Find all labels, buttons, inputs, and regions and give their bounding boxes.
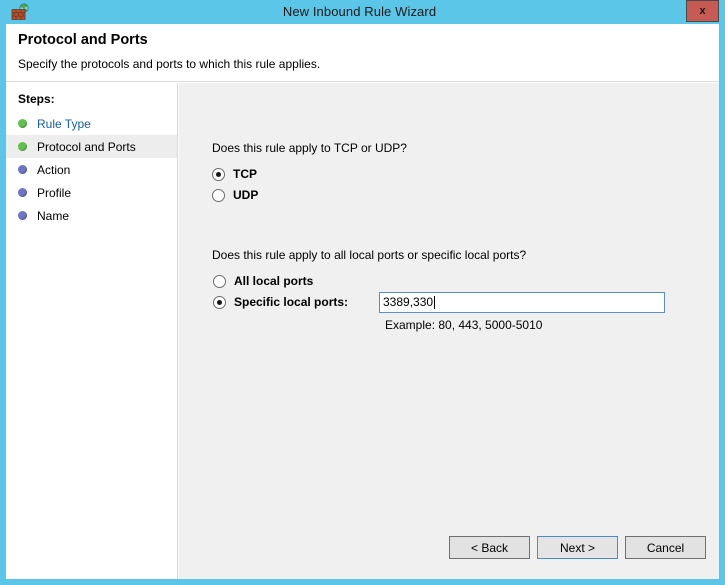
- step-bullet-icon: [18, 211, 27, 220]
- sidebar-item-action[interactable]: Action: [6, 158, 177, 181]
- radio-label: All local ports: [234, 274, 314, 288]
- sidebar-item-name[interactable]: Name: [6, 204, 177, 227]
- radio-protocol-tcp[interactable]: TCP: [212, 167, 257, 181]
- title-bar: New Inbound Rule Wizard x: [6, 0, 719, 24]
- radio-specific-local-ports[interactable]: Specific local ports:: [213, 295, 348, 309]
- sidebar-item-label: Action: [37, 162, 71, 177]
- protocol-question: Does this rule apply to TCP or UDP?: [212, 141, 407, 155]
- sidebar-item-label: Name: [37, 208, 70, 223]
- steps-sidebar: Steps: Rule Type Protocol and Ports Acti…: [6, 83, 178, 579]
- text-caret: [434, 296, 436, 309]
- button-bar: < Back Next > Cancel: [179, 519, 719, 579]
- step-bullet-icon: [18, 165, 27, 174]
- step-bullet-icon: [18, 188, 27, 197]
- page-subtitle: Specify the protocols and ports to which…: [18, 57, 321, 71]
- wizard-header: Protocol and Ports Specify the protocols…: [6, 24, 719, 82]
- next-button[interactable]: Next >: [537, 536, 618, 559]
- wizard-window: New Inbound Rule Wizard x Protocol and P…: [0, 0, 725, 585]
- radio-all-local-ports[interactable]: All local ports: [213, 274, 313, 288]
- radio-label: TCP: [233, 167, 257, 181]
- close-button[interactable]: x: [686, 0, 719, 22]
- radio-protocol-udp[interactable]: UDP: [212, 188, 258, 202]
- step-bullet-icon: [18, 142, 27, 151]
- radio-label: Specific local ports:: [234, 295, 349, 309]
- sidebar-item-label: Rule Type: [37, 116, 91, 131]
- ports-example-hint: Example: 80, 443, 5000-5010: [385, 318, 543, 332]
- ports-question: Does this rule apply to all local ports …: [212, 248, 527, 262]
- main-pane: Does this rule apply to TCP or UDP? TCP …: [179, 83, 719, 579]
- radio-label: UDP: [233, 188, 259, 202]
- sidebar-item-label: Profile: [37, 185, 72, 200]
- radio-icon: [213, 295, 226, 309]
- sidebar-item-profile[interactable]: Profile: [6, 181, 177, 204]
- radio-icon: [212, 188, 225, 202]
- sidebar-item-label: Protocol and Ports: [37, 139, 136, 154]
- specific-ports-value: 3389,330: [383, 295, 434, 309]
- steps-heading: Steps:: [18, 92, 55, 106]
- firewall-icon: [10, 2, 30, 22]
- radio-icon: [212, 167, 225, 181]
- specific-ports-input[interactable]: 3389,330: [379, 292, 665, 313]
- cancel-button[interactable]: Cancel: [625, 536, 706, 559]
- window-title: New Inbound Rule Wizard: [282, 4, 437, 19]
- sidebar-item-rule-type[interactable]: Rule Type: [6, 112, 177, 135]
- step-bullet-icon: [18, 119, 27, 128]
- page-title: Protocol and Ports: [18, 32, 148, 48]
- sidebar-item-protocol-and-ports[interactable]: Protocol and Ports: [6, 135, 177, 158]
- radio-icon: [213, 274, 226, 288]
- back-button[interactable]: < Back: [449, 536, 530, 559]
- client-area: Protocol and Ports Specify the protocols…: [6, 24, 719, 579]
